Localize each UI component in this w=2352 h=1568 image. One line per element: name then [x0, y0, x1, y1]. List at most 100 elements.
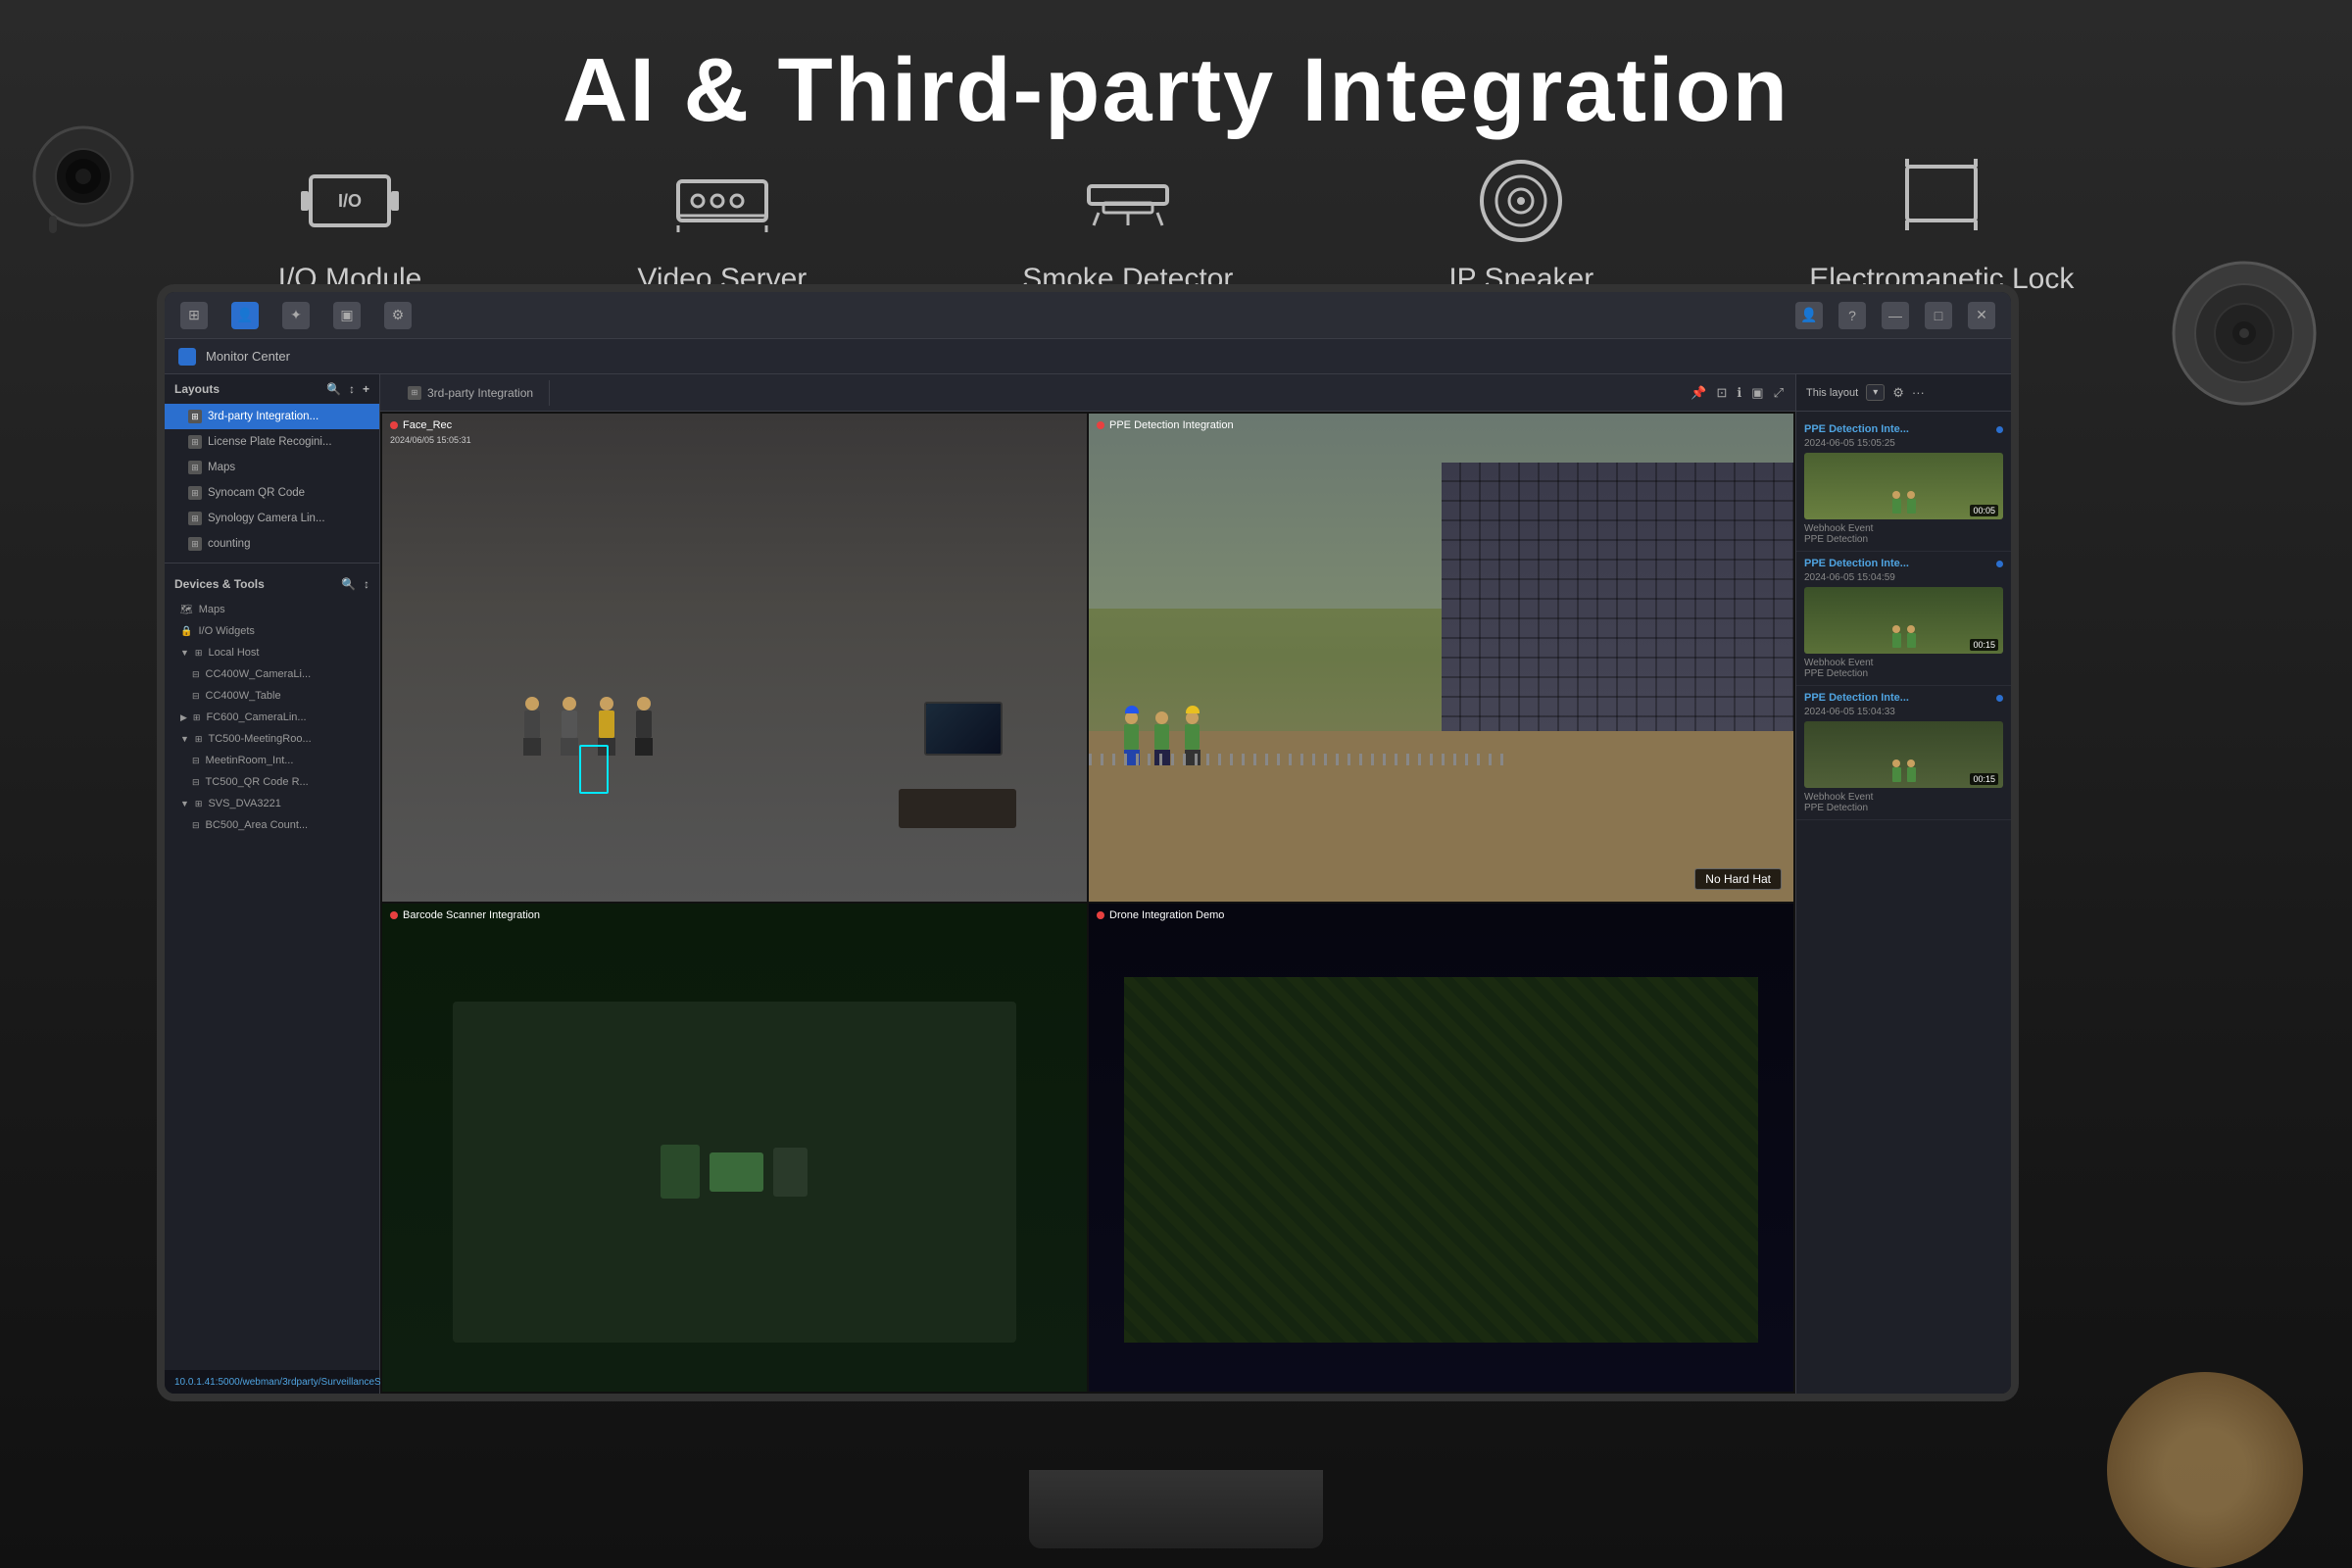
item-3: [773, 1148, 808, 1197]
event-item-2[interactable]: PPE Detection Inte... 2024-06-05 15:04:5…: [1796, 552, 2011, 686]
toolbar-maximize-icon[interactable]: □: [1925, 302, 1952, 329]
sidebar-item-synology[interactable]: ⊞ Synology Camera Lin...: [165, 506, 379, 531]
device-io-widgets[interactable]: 🔒 I/O Widgets: [165, 620, 379, 642]
event-item-3[interactable]: PPE Detection Inte... 2024-06-05 15:04:3…: [1796, 686, 2011, 820]
event-footer-3a: Webhook Event: [1804, 792, 2003, 803]
thumb-workers-1: [1892, 491, 1916, 514]
device-cc400w-camerali[interactable]: ⊟ CC400W_CameraLi...: [165, 663, 379, 685]
info-icon[interactable]: ℹ: [1737, 385, 1741, 401]
devices-header: Devices & Tools 🔍 ↕: [165, 569, 379, 599]
device-bc500[interactable]: ⊟ BC500_Area Count...: [165, 814, 379, 836]
icon-item-ip-speaker: IP Speaker: [1448, 157, 1593, 296]
toolbar-network-icon[interactable]: ✦: [282, 302, 310, 329]
event-thumb-2: 00:15: [1804, 587, 2003, 654]
device-tc500-qr[interactable]: ⊟ TC500_QR Code R...: [165, 771, 379, 793]
video-cell-drone[interactable]: Drone Integration Demo: [1089, 904, 1793, 1392]
toolbar-minimize-icon[interactable]: —: [1882, 302, 1909, 329]
device-svs-dva3221[interactable]: ▼ ⊞ SVS_DVA3221: [165, 793, 379, 814]
event-thumb-1: 00:05: [1804, 453, 2003, 519]
drone-label: Drone Integration Demo: [1097, 909, 1224, 921]
item-1: [661, 1145, 700, 1199]
layouts-add-icon[interactable]: +: [363, 382, 369, 396]
icon-item-em-lock: Electromanetic Lock: [1809, 157, 2074, 296]
icon-item-video-server: Video Server: [637, 157, 807, 296]
toolbar-close-icon[interactable]: ✕: [1968, 302, 1995, 329]
face-rec-label: Face_Rec: [390, 419, 452, 431]
layouts-header: Layouts 🔍 ↕ +: [165, 374, 379, 404]
device-fc600[interactable]: ▶ ⊞ FC600_CameraLin...: [165, 707, 379, 728]
event-header-1: PPE Detection Inte...: [1804, 423, 2003, 435]
url-text: 10.0.1.41:5000/webman/3rdparty/Surveilla…: [174, 1377, 414, 1388]
toolbar-user-icon[interactable]: 👤: [1795, 302, 1823, 329]
app-logo: [178, 348, 196, 366]
toolbar-settings-icon[interactable]: ⚙: [384, 302, 412, 329]
device-icons-row: I/O I/O Module Video Server: [157, 157, 2195, 296]
layout-icon-lp: ⊞: [188, 435, 202, 449]
hard-hat-3: [1186, 706, 1200, 713]
toolbar-camera-icon[interactable]: ▣: [333, 302, 361, 329]
layout-icon-maps: ⊞: [188, 461, 202, 474]
layouts-header-icons: 🔍 ↕ +: [326, 382, 369, 396]
sidebar: Layouts 🔍 ↕ + ⊞ 3rd-party Integration...…: [165, 374, 380, 1394]
barcode-dot: [390, 911, 398, 919]
devices-sort-icon[interactable]: ↕: [364, 577, 369, 591]
layouts-search-icon[interactable]: 🔍: [326, 382, 341, 396]
event-item-1[interactable]: PPE Detection Inte... 2024-06-05 15:05:2…: [1796, 417, 2011, 552]
sidebar-item-maps[interactable]: ⊞ Maps: [165, 455, 379, 480]
sidebar-item-synocam[interactable]: ⊞ Synocam QR Code: [165, 480, 379, 506]
panel-more-icon[interactable]: ···: [1912, 385, 1925, 400]
tw3: [1892, 625, 1901, 648]
layout-toggle-icon[interactable]: ▣: [1751, 385, 1763, 401]
rebar: [1089, 754, 1511, 765]
field-pattern: [1124, 977, 1758, 1344]
devices-search-icon[interactable]: 🔍: [341, 577, 356, 591]
url-bar: 10.0.1.41:5000/webman/3rdparty/Surveilla…: [165, 1370, 379, 1394]
wall-camera: [20, 118, 147, 235]
device-maps[interactable]: 🗺 Maps: [165, 599, 379, 620]
toolbar-person-icon[interactable]: 👤: [231, 302, 259, 329]
sidebar-item-counting[interactable]: ⊞ counting: [165, 531, 379, 557]
event-dot-3: [1996, 695, 2003, 702]
no-hard-hat-badge: No Hard Hat: [1694, 868, 1782, 890]
video-cell-face-rec[interactable]: Face_Rec 2024/06/05 15:05:31: [382, 414, 1087, 902]
layouts-sort-icon[interactable]: ↕: [349, 382, 355, 396]
video-grid: Face_Rec 2024/06/05 15:05:31: [380, 412, 1795, 1394]
construction-scene: [1089, 414, 1793, 902]
devices-label: Devices & Tools: [174, 577, 265, 591]
tw5: [1892, 760, 1901, 782]
sidebar-item-3rdparty[interactable]: ⊞ 3rd-party Integration...: [165, 404, 379, 429]
device-tc500[interactable]: ▼ ⊞ TC500-MeetingRoo...: [165, 728, 379, 750]
center-content: ⊞ 3rd-party Integration 📌 ⊡ ℹ ▣ ⤢: [380, 374, 1795, 1394]
electromagnetic-lock-icon: [1887, 157, 1995, 245]
person-2: [561, 697, 578, 756]
device-local-host[interactable]: ▼ ⊞ Local Host: [165, 642, 379, 663]
device-meetinroom[interactable]: ⊟ MeetinRoom_Int...: [165, 750, 379, 771]
event-duration-3: 00:15: [1970, 773, 1998, 785]
device-cc400w-table[interactable]: ⊟ CC400W_Table: [165, 685, 379, 707]
icon-item-io-module: I/O I/O Module: [278, 157, 422, 296]
smoke-detector-icon: [1074, 157, 1182, 245]
monitor-frame: ⊞ 👤 ✦ ▣ ⚙ 👤 ? — □ ✕ Monitor Center: [157, 284, 2019, 1401]
ppe-recording-dot: [1097, 421, 1104, 429]
toolbar-help-icon[interactable]: ?: [1838, 302, 1866, 329]
pin-icon[interactable]: 📌: [1690, 385, 1706, 401]
hard-hat-1: [1125, 706, 1139, 713]
video-cell-ppe[interactable]: PPE Detection Integration: [1089, 414, 1793, 902]
barcode-scene: [382, 904, 1087, 1392]
tw6: [1907, 760, 1916, 782]
view-icon[interactable]: ⊡: [1716, 385, 1727, 401]
layout-dropdown[interactable]: ▾: [1866, 384, 1885, 401]
video-cell-barcode[interactable]: Barcode Scanner Integration: [382, 904, 1087, 1392]
table-items: [661, 1145, 808, 1199]
panel-filter-icon[interactable]: ⚙: [1892, 385, 1904, 401]
office-bg: [382, 414, 1087, 902]
event-footer-2a: Webhook Event: [1804, 658, 2003, 668]
toolbar-grid-icon[interactable]: ⊞: [180, 302, 208, 329]
person-4: [635, 697, 653, 756]
fullscreen-icon[interactable]: ⤢: [1774, 385, 1784, 401]
sidebar-item-license[interactable]: ⊞ License Plate Recogini...: [165, 429, 379, 455]
tab-3rdparty[interactable]: ⊞ 3rd-party Integration: [392, 380, 550, 406]
devices-header-icons: 🔍 ↕: [341, 577, 369, 591]
layout-icon: ⊞: [188, 410, 202, 423]
right-panel: This layout ▾ ⚙ ··· PPE Detection Inte..…: [1795, 374, 2011, 1394]
